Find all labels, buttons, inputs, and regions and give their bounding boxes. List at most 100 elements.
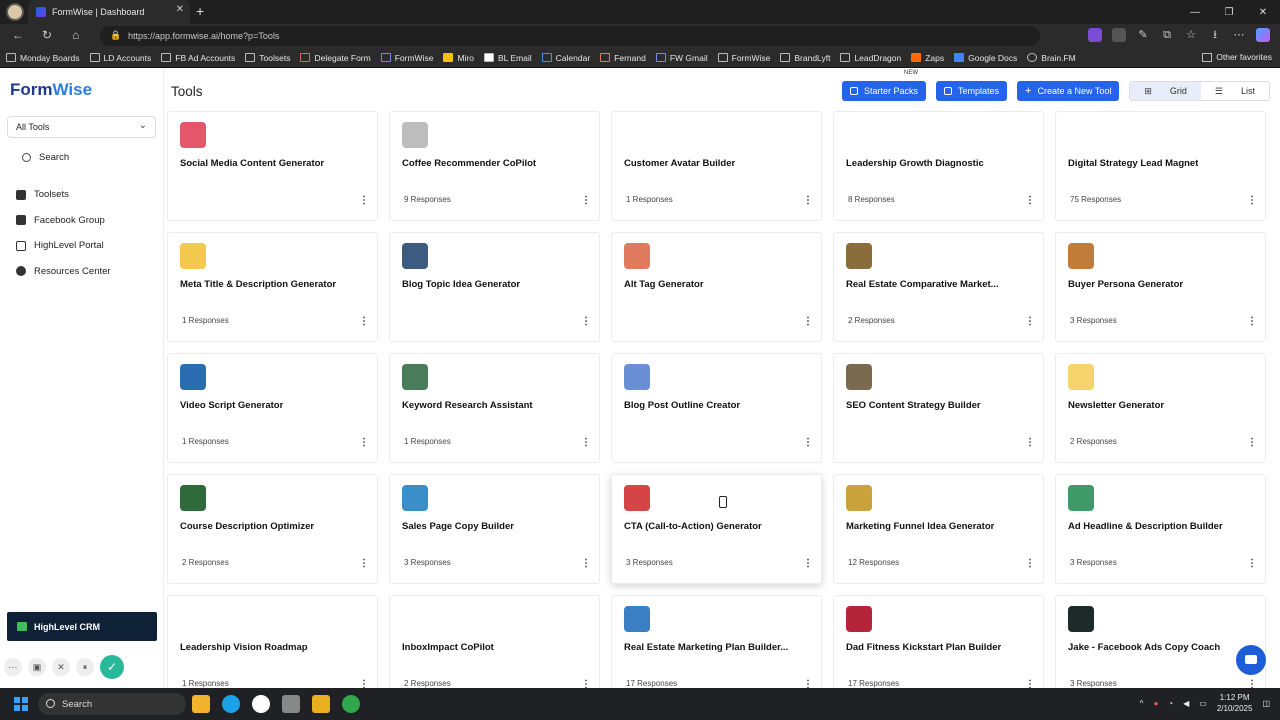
kebab-menu-icon[interactable]: ⋮ <box>1025 196 1035 206</box>
tool-card[interactable]: Blog Post Outline Creator ⋮ <box>611 353 822 463</box>
back-icon[interactable]: ← <box>12 28 24 42</box>
copilot-icon[interactable] <box>1256 28 1270 42</box>
edge-icon[interactable] <box>222 695 240 713</box>
create-tool-button[interactable]: + Create a New Tool <box>1017 81 1120 101</box>
chevron-up-icon[interactable]: ^ <box>1140 699 1144 708</box>
sidebar-item-resources-center[interactable]: Resources Center <box>16 259 111 285</box>
tool-card[interactable]: Course Description Optimizer 2 Responses ⋮ <box>167 474 378 584</box>
kebab-menu-icon[interactable]: ⋮ <box>359 680 369 689</box>
tool-card[interactable]: Real Estate Comparative Market... 2 Respo… <box>833 232 1044 342</box>
browser-tab[interactable]: FormWise | Dashboard ✕ <box>28 0 190 24</box>
tool-card[interactable]: Marketing Funnel Idea Generator 12 Respon… <box>833 474 1044 584</box>
kebab-menu-icon[interactable]: ⋮ <box>581 317 591 327</box>
wifi-icon[interactable]: ◔ <box>1168 699 1173 708</box>
favorites-icon[interactable]: ☆ <box>1184 28 1198 42</box>
more-icon[interactable]: ⋯ <box>4 658 22 676</box>
bookmark[interactable]: BrandLyft <box>780 53 830 63</box>
tool-card[interactable]: CTA (Call-to-Action) Generator 3 Response… <box>611 474 822 584</box>
bookmark[interactable]: Zaps <box>911 53 944 63</box>
tool-card[interactable]: Coffee Recommender CoPilot 9 Responses ⋮ <box>389 111 600 221</box>
volume-icon[interactable]: ◀ <box>1183 699 1189 708</box>
restore-icon[interactable]: ❐ <box>1212 0 1246 24</box>
downloads-icon[interactable]: ⭳ <box>1208 28 1222 42</box>
chat-widget-icon[interactable] <box>1236 645 1266 675</box>
bookmark[interactable]: LeadDragon <box>840 53 901 63</box>
kebab-menu-icon[interactable]: ⋮ <box>1247 196 1257 206</box>
kebab-menu-icon[interactable]: ⋮ <box>1247 680 1257 689</box>
tool-card[interactable]: Dad Fitness Kickstart Plan Builder 17 Res… <box>833 595 1044 688</box>
kebab-menu-icon[interactable]: ⋮ <box>359 317 369 327</box>
tool-card[interactable]: Ad Headline & Description Builder 3 Respo… <box>1055 474 1266 584</box>
starter-packs-button[interactable]: Starter Packs NEW <box>841 70 926 101</box>
tool-card[interactable]: Blog Topic Idea Generator ⋮ <box>389 232 600 342</box>
kebab-menu-icon[interactable]: ⋮ <box>581 196 591 206</box>
taskbar-search[interactable]: Search <box>38 693 186 715</box>
extension-icon[interactable]: ✎ <box>1136 28 1150 42</box>
tool-card[interactable]: Leadership Growth Diagnostic 8 Responses ⋮ <box>833 111 1044 221</box>
tool-card[interactable]: Alt Tag Generator ⋮ <box>611 232 822 342</box>
bookmark[interactable]: BL Email <box>483 53 532 63</box>
tools-filter-select[interactable]: All Tools ⌄ <box>7 116 156 138</box>
sidebar-item-highlevel-portal[interactable]: HighLevel Portal <box>16 233 111 259</box>
kebab-menu-icon[interactable]: ⋮ <box>1025 438 1035 448</box>
battery-icon[interactable]: ▭ <box>1199 699 1207 708</box>
chrome-icon[interactable] <box>252 695 270 713</box>
formwise-logo[interactable]: FormWise <box>10 80 92 100</box>
extension-icon[interactable] <box>1112 28 1126 42</box>
tool-card[interactable]: Digital Strategy Lead Magnet 75 Responses… <box>1055 111 1266 221</box>
kebab-menu-icon[interactable]: ⋮ <box>803 559 813 569</box>
kebab-menu-icon[interactable]: ⋮ <box>359 196 369 206</box>
url-field[interactable]: 🔒 https://app.formwise.ai/home?p=Tools <box>100 26 1040 46</box>
clock[interactable]: 1:12 PM 2/10/2025 <box>1217 692 1253 714</box>
kebab-menu-icon[interactable]: ⋮ <box>1247 559 1257 569</box>
tool-card[interactable]: Real Estate Marketing Plan Builder... 17 … <box>611 595 822 688</box>
extensions-icon[interactable]: ⧉ <box>1160 28 1174 42</box>
templates-button[interactable]: Templates <box>936 81 1008 101</box>
bookmark[interactable]: FormWise <box>380 53 433 63</box>
kebab-menu-icon[interactable]: ⋮ <box>803 438 813 448</box>
tool-card[interactable]: Keyword Research Assistant 1 Responses ⋮ <box>389 353 600 463</box>
finish-recording-icon[interactable]: ✓ <box>100 655 124 679</box>
bookmark[interactable]: Calendar <box>541 53 590 63</box>
kebab-menu-icon[interactable]: ⋮ <box>803 317 813 327</box>
kebab-menu-icon[interactable]: ⋮ <box>359 559 369 569</box>
tool-card[interactable]: Buyer Persona Generator 3 Responses ⋮ <box>1055 232 1266 342</box>
camera-icon[interactable]: ▣ <box>28 658 46 676</box>
kebab-menu-icon[interactable]: ⋮ <box>803 680 813 689</box>
bookmark[interactable]: Monday Boards <box>6 53 80 63</box>
kebab-menu-icon[interactable]: ⋮ <box>581 680 591 689</box>
microphone-icon[interactable]: ● <box>1153 699 1158 708</box>
tool-card[interactable]: Customer Avatar Builder 1 Responses ⋮ <box>611 111 822 221</box>
more-icon[interactable]: ⋯ <box>1232 28 1246 42</box>
kebab-menu-icon[interactable]: ⋮ <box>1247 317 1257 327</box>
home-icon[interactable]: ⌂ <box>72 28 79 42</box>
new-tab-icon[interactable]: + <box>196 3 204 19</box>
kebab-menu-icon[interactable]: ⋮ <box>1247 438 1257 448</box>
bookmark[interactable]: FW Gmail <box>655 53 708 63</box>
bookmark[interactable]: LD Accounts <box>89 53 151 63</box>
tool-card[interactable]: InboxImpact CoPilot 2 Responses ⋮ <box>389 595 600 688</box>
bookmark[interactable]: Brain.FM <box>1027 53 1076 63</box>
refresh-icon[interactable]: ↻ <box>42 28 52 42</box>
bookmark[interactable]: Fernand <box>600 53 646 63</box>
app-icon[interactable] <box>342 695 360 713</box>
cancel-icon[interactable]: ✕ <box>52 658 70 676</box>
sidebar-item-facebook-group[interactable]: Facebook Group <box>16 208 111 234</box>
tool-card[interactable]: Newsletter Generator 2 Responses ⋮ <box>1055 353 1266 463</box>
app-icon[interactable] <box>282 695 300 713</box>
kebab-menu-icon[interactable]: ⋮ <box>1025 317 1035 327</box>
bookmark[interactable]: Google Docs <box>954 53 1017 63</box>
file-explorer-icon[interactable] <box>192 695 210 713</box>
bookmark[interactable]: Delegate Form <box>300 53 371 63</box>
notifications-icon[interactable]: ◫ <box>1262 699 1270 708</box>
windows-start-icon[interactable] <box>14 697 28 711</box>
bookmark[interactable]: Miro <box>443 53 474 63</box>
tool-card[interactable]: Social Media Content Generator ⋮ <box>167 111 378 221</box>
minimize-icon[interactable]: — <box>1178 0 1212 24</box>
kebab-menu-icon[interactable]: ⋮ <box>803 196 813 206</box>
app-icon[interactable] <box>312 695 330 713</box>
list-view-button[interactable]: ☰ List <box>1201 82 1269 100</box>
profile-avatar[interactable] <box>6 3 24 21</box>
extension-icon[interactable] <box>1088 28 1102 42</box>
tool-card[interactable]: Leadership Vision Roadmap 1 Responses ⋮ <box>167 595 378 688</box>
